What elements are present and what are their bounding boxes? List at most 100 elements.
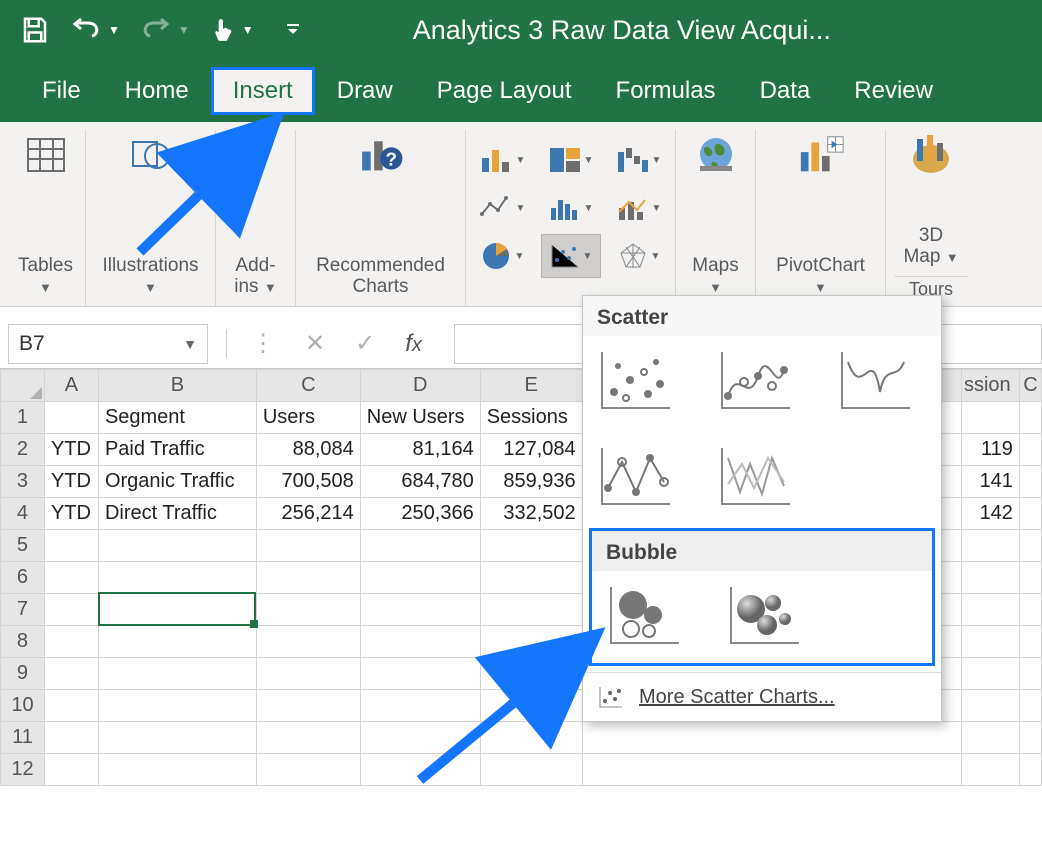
row-header[interactable]: 1	[1, 402, 45, 434]
col-header-partial[interactable]: ssion	[961, 370, 1019, 402]
cell[interactable]: Paid Traffic	[98, 434, 256, 466]
ribbon: Tables▼ Illustrations▼ Add-ins ▼ ? Recom…	[0, 122, 1042, 307]
tab-draw[interactable]: Draw	[315, 67, 415, 115]
undo-button[interactable]: ▼	[70, 18, 120, 42]
redo-button[interactable]: ▼	[140, 18, 190, 42]
col-header[interactable]: B	[98, 370, 256, 402]
col-header[interactable]: E	[480, 370, 582, 402]
cell[interactable]: 81,164	[360, 434, 480, 466]
tab-page-layout[interactable]: Page Layout	[415, 67, 594, 115]
enter-icon[interactable]: ✓	[355, 329, 375, 358]
tab-home[interactable]: Home	[103, 67, 211, 115]
cell[interactable]: 142	[961, 498, 1019, 530]
cell[interactable]: 119	[961, 434, 1019, 466]
row-header[interactable]: 2	[1, 434, 45, 466]
more-scatter-charts-label: More Scatter Charts...	[639, 686, 835, 709]
name-box[interactable]: B7 ▼	[8, 324, 208, 364]
row-header[interactable]: 11	[1, 722, 45, 754]
col-header[interactable]: D	[360, 370, 480, 402]
fx-icon[interactable]: fx	[405, 330, 422, 358]
row-header[interactable]: 3	[1, 466, 45, 498]
waterfall-chart-button[interactable]: ▼	[609, 138, 669, 182]
chevron-down-icon[interactable]: ▼	[108, 23, 120, 37]
bubble-3d-chart-option[interactable]	[722, 579, 808, 653]
row-header[interactable]: 10	[1, 690, 45, 722]
scatter-smooth-lines-option[interactable]	[833, 344, 919, 418]
row-header[interactable]: 5	[1, 530, 45, 562]
cell[interactable]: 88,084	[256, 434, 360, 466]
column-chart-button[interactable]: ▼	[473, 138, 533, 182]
select-all-button[interactable]	[1, 370, 45, 402]
title-bar: ▼ ▼ ▼ Analytics 3 Raw Data View Acqui...	[0, 0, 1042, 60]
scatter-smooth-lines-markers-option[interactable]	[713, 344, 799, 418]
more-scatter-charts-button[interactable]: More Scatter Charts...	[583, 672, 941, 721]
svg-text:?: ?	[385, 148, 397, 169]
save-icon[interactable]	[20, 15, 50, 45]
cell[interactable]: Segment	[98, 402, 256, 434]
chevron-down-icon[interactable]: ▼	[178, 23, 190, 37]
tables-label[interactable]: Tables	[18, 255, 73, 276]
recommended-charts-label[interactable]: Recommended Charts	[306, 256, 456, 298]
col-header-partial[interactable]: C	[1019, 370, 1041, 402]
recommended-charts-icon[interactable]: ?	[357, 134, 405, 176]
cell[interactable]: 859,936	[480, 466, 582, 498]
cell[interactable]: YTD	[44, 466, 98, 498]
scatter-straight-lines-option[interactable]	[713, 440, 799, 514]
cell[interactable]: 256,214	[256, 498, 360, 530]
3d-map-label[interactable]: 3D Map	[903, 225, 943, 267]
cell[interactable]: 332,502	[480, 498, 582, 530]
col-header[interactable]: C	[256, 370, 360, 402]
row-header[interactable]: 7	[1, 594, 45, 626]
scatter-chart-button[interactable]: ▼	[541, 234, 601, 278]
row-header[interactable]: 8	[1, 626, 45, 658]
scatter-markers-option[interactable]	[593, 344, 679, 418]
tab-insert[interactable]: Insert	[211, 67, 315, 115]
scatter-chart-dropdown: Scatter Bubble More Scatter Charts...	[582, 295, 942, 722]
bubble-section-header: Bubble	[592, 531, 932, 571]
cell[interactable]: Users	[256, 402, 360, 434]
chevron-down-icon[interactable]: ▼	[242, 23, 254, 37]
cell[interactable]: Sessions	[480, 402, 582, 434]
pivotchart-label[interactable]: PivotChart	[776, 255, 865, 276]
addins-icon[interactable]	[232, 134, 280, 176]
pivotchart-icon[interactable]	[797, 134, 845, 176]
maps-label[interactable]: Maps	[692, 255, 738, 276]
tables-icon[interactable]	[22, 134, 70, 176]
pie-chart-button[interactable]: ▼	[473, 234, 533, 278]
cell[interactable]: YTD	[44, 434, 98, 466]
row-header[interactable]: 12	[1, 754, 45, 786]
row-header[interactable]: 6	[1, 562, 45, 594]
row-header[interactable]: 9	[1, 658, 45, 690]
cell[interactable]: New Users	[360, 402, 480, 434]
3d-map-icon[interactable]	[907, 134, 955, 176]
tab-data[interactable]: Data	[738, 67, 833, 115]
cell[interactable]: Direct Traffic	[98, 498, 256, 530]
col-header[interactable]: A	[44, 370, 98, 402]
radar-chart-button[interactable]: ▼	[609, 234, 669, 278]
cell[interactable]: 141	[961, 466, 1019, 498]
illustrations-label[interactable]: Illustrations	[102, 255, 198, 276]
chevron-down-icon[interactable]: ▼	[183, 336, 197, 352]
statistic-chart-button[interactable]: ▼	[541, 186, 601, 230]
divider-icon: ⋮	[251, 329, 275, 358]
touch-mode-button[interactable]: ▼	[210, 17, 254, 43]
scatter-straight-lines-markers-option[interactable]	[593, 440, 679, 514]
hierarchy-chart-button[interactable]: ▼	[541, 138, 601, 182]
line-chart-button[interactable]: ▼	[473, 186, 533, 230]
combo-chart-button[interactable]: ▼	[609, 186, 669, 230]
cell[interactable]: Organic Traffic	[98, 466, 256, 498]
cell[interactable]: 250,366	[360, 498, 480, 530]
tab-formulas[interactable]: Formulas	[594, 67, 738, 115]
cell[interactable]: 684,780	[360, 466, 480, 498]
qat-customize-button[interactable]	[284, 21, 302, 39]
row-header[interactable]: 4	[1, 498, 45, 530]
cell[interactable]: 700,508	[256, 466, 360, 498]
illustrations-icon[interactable]	[127, 134, 175, 176]
bubble-chart-option[interactable]	[602, 579, 688, 653]
maps-icon[interactable]	[692, 134, 740, 176]
cell[interactable]: 127,084	[480, 434, 582, 466]
cell[interactable]: YTD	[44, 498, 98, 530]
tab-file[interactable]: File	[20, 67, 103, 115]
tab-review[interactable]: Review	[832, 67, 955, 115]
cancel-icon[interactable]: ✕	[305, 329, 325, 358]
